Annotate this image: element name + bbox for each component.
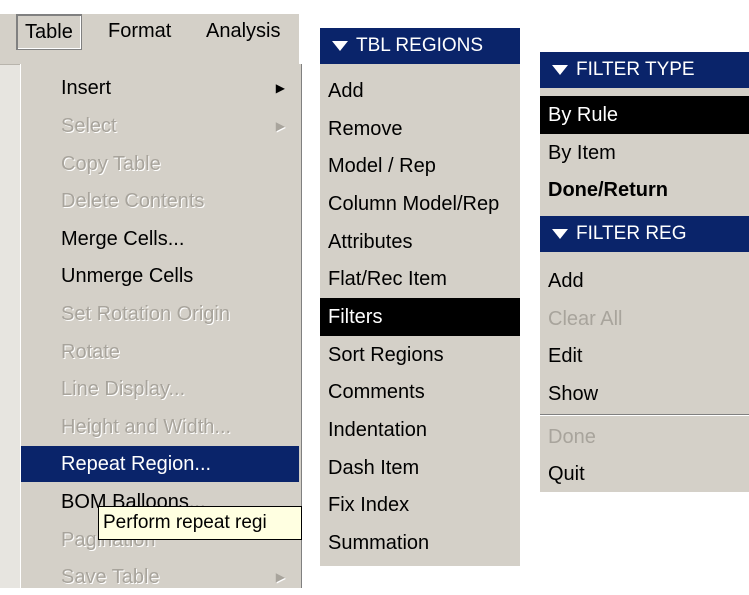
menu-item-set-rotation-origin: Set Rotation Origin: [61, 303, 230, 325]
filter-reg-edit[interactable]: Edit: [540, 337, 749, 375]
tbl-regions-filters[interactable]: Filters: [320, 298, 520, 336]
filter-reg-quit[interactable]: Quit: [540, 455, 749, 493]
menu-table[interactable]: Table: [16, 14, 82, 50]
filter-type-done-return[interactable]: Done/Return: [540, 171, 749, 209]
filter-reg-done: Done: [548, 426, 596, 448]
tbl-regions-comments[interactable]: Comments: [320, 373, 520, 411]
tbl-regions-fix-index[interactable]: Fix Index: [320, 486, 520, 524]
panel-title: FILTER REG: [576, 223, 687, 244]
menu-item-line-display: Line Display...: [61, 378, 186, 400]
filter-reg-header[interactable]: FILTER REG: [540, 216, 749, 252]
tbl-regions-indentation[interactable]: Indentation: [320, 411, 520, 449]
tbl-regions-sort-regions[interactable]: Sort Regions: [320, 336, 520, 374]
background-window-edge: [0, 64, 20, 588]
submenu-arrow-icon: ▶: [275, 81, 285, 95]
filter-reg-show[interactable]: Show: [540, 375, 749, 413]
menu-item-delete-contents: Delete Contents: [61, 190, 205, 212]
tbl-regions-model-rep[interactable]: Model / Rep: [320, 147, 520, 185]
panel-title: FILTER TYPE: [576, 59, 695, 80]
tbl-regions-remove[interactable]: Remove: [320, 110, 520, 148]
tbl-regions-flat-rec-item[interactable]: Flat/Rec Item: [320, 260, 520, 298]
menu-item-label: Select: [61, 115, 117, 137]
menu-item-merge-cells[interactable]: Merge Cells...: [21, 221, 299, 257]
separator: [540, 414, 749, 416]
tbl-regions-add[interactable]: Add: [320, 72, 520, 110]
menu-format[interactable]: Format: [100, 14, 179, 48]
submenu-arrow-icon: ▶: [275, 570, 285, 584]
menu-analysis[interactable]: Analysis: [198, 14, 288, 48]
filter-type-header[interactable]: FILTER TYPE: [540, 52, 749, 88]
filter-panel: FILTER TYPE By Rule By Item Done/Return …: [540, 52, 749, 492]
tbl-regions-header[interactable]: TBL REGIONS: [320, 28, 520, 64]
panel-title: TBL REGIONS: [356, 35, 484, 56]
menu-item-insert[interactable]: Insert ▶: [21, 70, 299, 106]
filter-reg-clear-all: Clear All: [548, 308, 623, 330]
menu-item-height-and-width: Height and Width...: [61, 416, 232, 438]
filter-reg-add[interactable]: Add: [540, 262, 749, 300]
menu-item-select: Select ▶: [21, 108, 299, 144]
collapse-triangle-icon: [552, 64, 568, 75]
menu-item-rotate: Rotate: [61, 341, 120, 363]
tbl-regions-panel: TBL REGIONS Add Remove Model / Rep Colum…: [320, 28, 520, 566]
collapse-triangle-icon: [332, 40, 348, 51]
tbl-regions-summation[interactable]: Summation: [320, 524, 520, 562]
submenu-arrow-icon: ▶: [275, 119, 285, 133]
tooltip: Perform repeat regi: [98, 506, 302, 540]
tbl-regions-dash-item[interactable]: Dash Item: [320, 449, 520, 487]
menu-item-copy-table: Copy Table: [61, 153, 161, 175]
tbl-regions-attributes[interactable]: Attributes: [320, 223, 520, 261]
menu-item-label: Insert: [61, 77, 112, 99]
menu-item-unmerge-cells[interactable]: Unmerge Cells: [21, 258, 299, 294]
menu-item-repeat-region[interactable]: Repeat Region...: [21, 446, 299, 482]
filter-type-by-item[interactable]: By Item: [540, 134, 749, 172]
menu-item-label: Save Table: [61, 566, 160, 588]
collapse-triangle-icon: [552, 228, 568, 239]
menu-item-save-table: Save Table ▶: [21, 559, 299, 595]
filter-type-by-rule[interactable]: By Rule: [540, 96, 749, 134]
tbl-regions-column-model-rep[interactable]: Column Model/Rep: [320, 185, 520, 223]
